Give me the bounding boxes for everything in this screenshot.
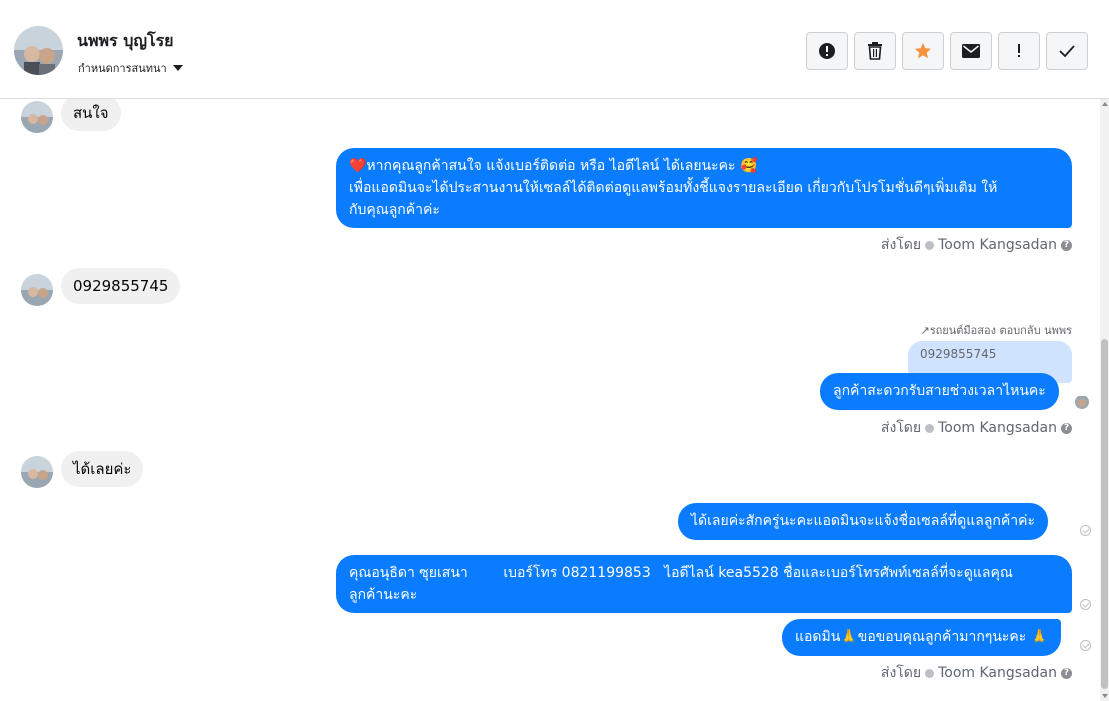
delete-button[interactable] <box>854 32 896 70</box>
trash-icon <box>868 42 882 60</box>
contact-name[interactable]: นพพร บุญโรย <box>77 29 174 54</box>
sender-avatar <box>21 456 53 488</box>
sent-by-info: ส่งโดย Toom Kangsadan ? <box>881 234 1072 256</box>
header-actions <box>806 32 1088 70</box>
verified-icon <box>925 668 935 678</box>
scroll-up-arrow-icon[interactable] <box>1102 102 1108 106</box>
message-line: คุณอนุธิดา ซุยเสนา เบอร์โทร 0821199853 ไ… <box>349 565 1013 581</box>
message-line: ลูกค้านะคะ <box>349 587 418 603</box>
sent-status-icon <box>1080 640 1091 651</box>
agent-name[interactable]: Toom Kangsadan <box>938 420 1057 436</box>
mark-done-button[interactable] <box>1046 32 1088 70</box>
outgoing-message[interactable]: ได้เลยค่ะสักครู่นะคะแอดมินจะแจ้งชื่อเซลล… <box>678 503 1049 540</box>
sent-by-label: ส่งโดย <box>880 237 922 253</box>
outgoing-message[interactable]: แอดมิน🙏ขอขอบคุณลูกค้ามากๆนะคะ 🙏 <box>782 619 1062 656</box>
sent-status-icon <box>1080 599 1091 610</box>
message-thread: สนใจ ❤️หากคุณลูกค้าสนใจ แจ้งเบอร์ติดต่อ … <box>0 99 1109 701</box>
sent-by-label: ส่งโดย <box>880 420 922 436</box>
exclamation-icon <box>1018 44 1020 57</box>
agent-name[interactable]: Toom Kangsadan <box>938 237 1057 253</box>
scroll-thumb[interactable] <box>1101 339 1108 689</box>
incoming-message[interactable]: ได้เลยค่ะ <box>61 451 144 487</box>
help-icon[interactable]: ? <box>1061 422 1072 434</box>
sent-by-label: ส่งโดย <box>880 665 922 681</box>
scroll-down-arrow-icon[interactable] <box>1102 694 1108 698</box>
caret-down-icon <box>172 65 183 71</box>
message-line: ❤️หากคุณลูกค้าสนใจ แจ้งเบอร์ติดต่อ หรือ … <box>349 158 758 174</box>
scrollbar[interactable] <box>1100 99 1109 701</box>
alert-circle-icon <box>819 43 835 59</box>
agent-name[interactable]: Toom Kangsadan <box>938 665 1057 681</box>
star-icon <box>915 43 931 59</box>
conversation-header: นพพร บุญโรย กำหนดการสนทนา <box>0 0 1109 99</box>
sender-avatar <box>21 101 53 133</box>
envelope-icon <box>962 44 980 58</box>
sender-avatar <box>21 274 53 306</box>
conversation-settings-label: กำหนดการสนทนา <box>78 62 167 75</box>
contact-avatar[interactable] <box>14 26 63 75</box>
verified-icon <box>925 240 935 250</box>
help-icon[interactable]: ? <box>1061 239 1072 251</box>
help-icon[interactable]: ? <box>1061 667 1072 679</box>
mark-spam-button[interactable] <box>806 32 848 70</box>
conversation-settings-dropdown[interactable]: กำหนดการสนทนา <box>78 59 183 77</box>
sent-status-icon <box>1080 525 1091 536</box>
sent-by-info: ส่งโดย Toom Kangsadan ? <box>881 417 1072 439</box>
outgoing-message[interactable]: ❤️หากคุณลูกค้าสนใจ แจ้งเบอร์ติดต่อ หรือ … <box>336 148 1072 228</box>
check-icon <box>1059 45 1075 57</box>
follow-up-button[interactable] <box>998 32 1040 70</box>
message-line: เพื่อแอดมินจะได้ประสานงานให้เซลล์ได้ติดต… <box>349 180 998 196</box>
reply-context: ↗รถยนต์มือสอง ตอบกลับ นพพร <box>920 324 1072 337</box>
outgoing-message[interactable]: คุณอนุธิดา ซุยเสนา เบอร์โทร 0821199853 ไ… <box>336 555 1072 613</box>
outgoing-message[interactable]: ลูกค้าสะดวกรับสายช่วงเวลาไหนคะ <box>820 373 1059 410</box>
mark-unread-button[interactable] <box>950 32 992 70</box>
message-line: กับคุณลูกค้าค่ะ <box>349 202 440 218</box>
verified-icon <box>925 423 935 433</box>
incoming-message[interactable]: สนใจ <box>61 99 121 131</box>
sent-by-info: ส่งโดย Toom Kangsadan ? <box>881 662 1072 684</box>
seen-avatar <box>1075 395 1089 409</box>
incoming-message[interactable]: 0929855745 <box>61 268 181 304</box>
star-button[interactable] <box>902 32 944 70</box>
